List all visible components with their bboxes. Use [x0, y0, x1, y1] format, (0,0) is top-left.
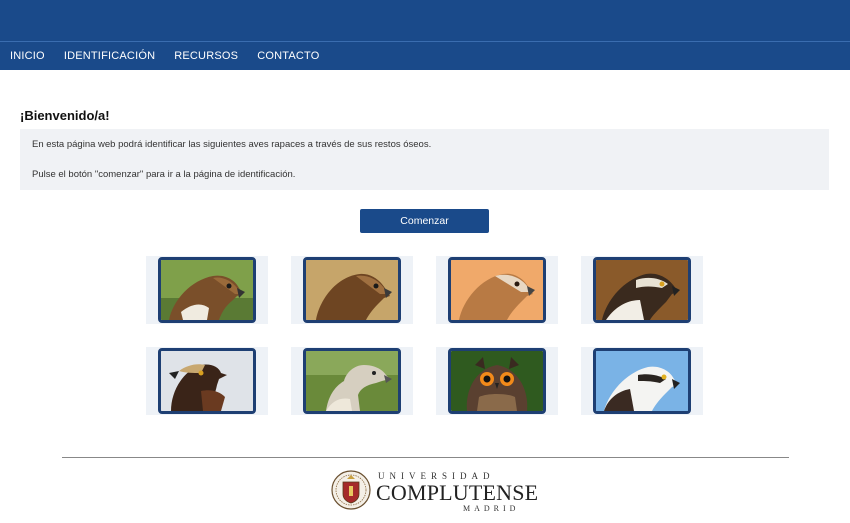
bird-card-2[interactable] [291, 256, 413, 324]
bird-card-8[interactable] [581, 347, 703, 415]
logo-text-main: COMPLUTENSE [376, 480, 539, 505]
main-nav: INICIO IDENTIFICACIÓN RECURSOS CONTACTO [0, 42, 850, 70]
footer-divider [62, 457, 789, 458]
bird-photo-4[interactable] [593, 257, 691, 323]
logo-text-bottom: MADRID [463, 504, 520, 513]
bird-photo-6[interactable] [303, 348, 401, 414]
intro-text-2: Pulse el botón "comenzar" para ir a la p… [32, 169, 296, 180]
nav-item-identificacion[interactable]: IDENTIFICACIÓN [64, 50, 155, 62]
owl-photo-icon [451, 351, 543, 411]
eagle-photo-icon [306, 260, 398, 320]
eagle-photo-icon [161, 351, 253, 411]
osprey-photo-icon [596, 351, 688, 411]
bird-photo-2[interactable] [303, 257, 401, 323]
bird-card-6[interactable] [291, 347, 413, 415]
bird-photo-5[interactable] [158, 348, 256, 414]
vulture-photo-icon [306, 351, 398, 411]
top-banner [0, 0, 850, 42]
bird-card-7[interactable] [436, 347, 558, 415]
start-button[interactable]: Comenzar [360, 209, 489, 233]
bird-photo-1[interactable] [158, 257, 256, 323]
bird-photo-8[interactable] [593, 348, 691, 414]
bird-card-3[interactable] [436, 256, 558, 324]
bird-card-5[interactable] [146, 347, 268, 415]
bird-photo-7[interactable] [448, 348, 546, 414]
eagle-photo-icon [161, 260, 253, 320]
bird-photo-3[interactable] [448, 257, 546, 323]
kite-photo-icon [451, 260, 543, 320]
intro-text-1: En esta página web podrá identificar las… [32, 139, 432, 150]
bird-card-1[interactable] [146, 256, 268, 324]
intro-box: En esta página web podrá identificar las… [20, 129, 829, 190]
page-title: ¡Bienvenido/a! [20, 108, 110, 123]
bird-card-4[interactable] [581, 256, 703, 324]
nav-item-contacto[interactable]: CONTACTO [257, 50, 319, 62]
hawk-photo-icon [596, 260, 688, 320]
nav-item-inicio[interactable]: INICIO [10, 50, 45, 62]
nav-item-recursos[interactable]: RECURSOS [174, 50, 238, 62]
university-seal-icon [331, 470, 371, 510]
